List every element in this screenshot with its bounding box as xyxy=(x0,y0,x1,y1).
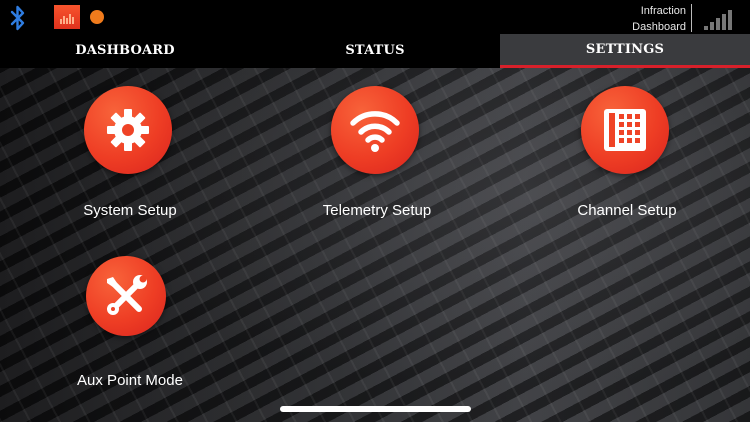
status-bar: Infraction Dashboard xyxy=(0,0,750,34)
tools-icon xyxy=(107,275,147,315)
status-divider xyxy=(691,4,692,32)
status-indicator-dot xyxy=(90,10,104,24)
infraction-dashboard-label: Infraction Dashboard xyxy=(632,3,686,35)
channel-setup-button[interactable] xyxy=(581,86,669,174)
tab-settings[interactable]: SETTINGS xyxy=(500,34,750,68)
system-setup-tile[interactable]: System Setup xyxy=(50,86,200,236)
infraction-label: Infraction xyxy=(640,5,686,17)
settings-panel: System Setup Telemetry Setup Channel Set… xyxy=(0,68,750,422)
tab-bar: DASHBOARD STATUS SETTINGS xyxy=(0,34,750,68)
aux-point-mode-button[interactable] xyxy=(86,256,166,336)
wifi-icon xyxy=(350,111,400,152)
gear-icon xyxy=(107,109,149,151)
tab-dashboard[interactable]: DASHBOARD xyxy=(0,34,250,68)
bluetooth-icon[interactable] xyxy=(8,3,28,33)
system-setup-button[interactable] xyxy=(84,86,172,174)
aux-point-mode-tile[interactable]: Aux Point Mode xyxy=(50,256,200,406)
telemetry-setup-tile[interactable]: Telemetry Setup xyxy=(297,86,447,236)
signal-bars-icon xyxy=(704,8,734,30)
tab-status[interactable]: STATUS xyxy=(250,34,500,68)
home-indicator[interactable] xyxy=(280,406,471,412)
telemetry-setup-button[interactable] xyxy=(331,86,419,174)
app-badge-icon[interactable] xyxy=(54,5,80,29)
system-setup-label: System Setup xyxy=(83,202,177,219)
channel-setup-label: Channel Setup xyxy=(577,202,677,219)
channel-setup-tile[interactable]: Channel Setup xyxy=(547,86,697,236)
grid-icon xyxy=(604,109,646,151)
telemetry-setup-label: Telemetry Setup xyxy=(322,202,432,219)
aux-point-mode-label: Aux Point Mode xyxy=(77,372,183,389)
dashboard-label: Dashboard xyxy=(632,21,686,33)
